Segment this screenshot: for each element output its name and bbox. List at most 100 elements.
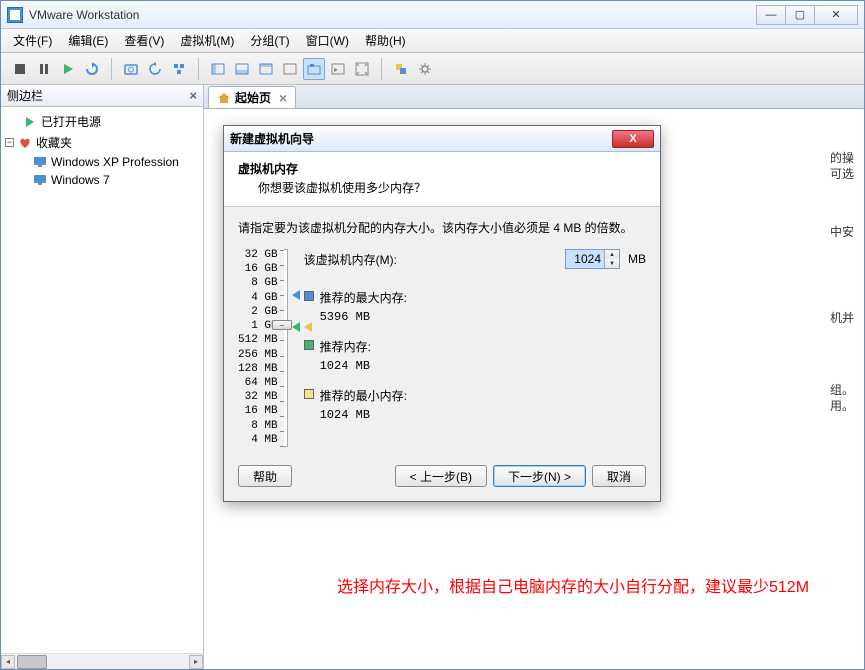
vm-icon [33, 173, 47, 187]
menu-help[interactable]: 帮助(H) [357, 29, 414, 52]
rec-value: 1024 MB [320, 357, 371, 375]
dialog-title-bar[interactable]: 新建虚拟机向导 X [224, 126, 660, 152]
cancel-button[interactable]: 取消 [592, 465, 646, 487]
close-button[interactable]: ✕ [814, 5, 858, 25]
menu-bar: 文件(F) 编辑(E) 查看(V) 虚拟机(M) 分组(T) 窗口(W) 帮助(… [1, 29, 864, 53]
memory-input[interactable] [566, 250, 604, 268]
play-icon [23, 115, 37, 129]
back-button[interactable]: < 上一步(B) [395, 465, 487, 487]
dialog-title: 新建虚拟机向导 [230, 130, 612, 147]
view-thumbnail-button[interactable] [231, 58, 253, 80]
dialog-body: 请指定要为该虚拟机分配的内存大小。该内存大小值必须是 4 MB 的倍数。 32 … [224, 207, 660, 455]
tree-vm-xp[interactable]: Windows XP Profession [5, 153, 199, 171]
tree-favorites[interactable]: − 收藏夹 [5, 132, 199, 153]
tab-home[interactable]: 起始页 × [208, 86, 296, 108]
dialog-header-title: 虚拟机内存 [238, 160, 646, 177]
rec-label: 推荐内存: [320, 340, 371, 354]
new-vm-wizard-dialog: 新建虚拟机向导 X 虚拟机内存 你想要该虚拟机使用多少内存？ 请指定要为该虚拟机… [223, 125, 661, 502]
dialog-info-text: 请指定要为该虚拟机分配的内存大小。该内存大小值必须是 4 MB 的倍数。 [238, 219, 646, 237]
tab-label: 起始页 [235, 89, 271, 106]
fullscreen-button[interactable] [351, 58, 373, 80]
bg-text: 用。 [830, 397, 854, 414]
snapshot-button[interactable] [120, 58, 142, 80]
menu-group[interactable]: 分组(T) [242, 29, 297, 52]
spinner-down-button[interactable]: ▼ [605, 259, 619, 268]
home-icon [217, 91, 231, 105]
heart-icon [18, 136, 32, 150]
sidebar-tree: 已打开电源 − 收藏夹 Windows XP Profession Window… [1, 107, 203, 653]
title-bar: VMware Workstation — ▢ ✕ [1, 1, 864, 29]
rec-min-value: 1024 MB [320, 406, 407, 424]
bg-text: 可选 [830, 165, 854, 182]
sidebar: 侧边栏 × 已打开电源 − 收藏夹 Windows XP Profession [1, 85, 204, 669]
tree-label: 已打开电源 [41, 113, 101, 130]
main-window: VMware Workstation — ▢ ✕ 文件(F) 编辑(E) 查看(… [0, 0, 865, 670]
menu-window[interactable]: 窗口(W) [298, 29, 357, 52]
menu-view[interactable]: 查看(V) [116, 29, 172, 52]
maximize-button[interactable]: ▢ [785, 5, 815, 25]
view-statusbar-button[interactable] [279, 58, 301, 80]
tab-strip: 起始页 × [204, 85, 864, 109]
menu-edit[interactable]: 编辑(E) [60, 29, 116, 52]
dialog-footer: 帮助 < 上一步(B) 下一步(N) > 取消 [224, 455, 660, 501]
scale-labels: 32 GB16 GB8 GB4 GB2 GB1 GB512 MB256 MB12… [238, 249, 278, 447]
snapshot-manager-button[interactable] [168, 58, 190, 80]
help-button[interactable]: 帮助 [238, 465, 292, 487]
bg-text: 中安 [830, 223, 854, 240]
rec-marker-icon [292, 322, 300, 332]
max-swatch-icon [304, 291, 314, 301]
max-marker-icon [292, 290, 300, 300]
memory-input-label: 该虚拟机内存(M): [304, 251, 557, 268]
window-controls: — ▢ ✕ [757, 5, 858, 25]
spinner-up-button[interactable]: ▲ [605, 250, 619, 259]
menu-file[interactable]: 文件(F) [5, 29, 60, 52]
memory-spinner[interactable]: ▲ ▼ [565, 249, 620, 269]
memory-slider-track[interactable] [284, 249, 288, 447]
toolbar: ▸ [1, 53, 864, 85]
dialog-header-subtitle: 你想要该虚拟机使用多少内存？ [238, 179, 646, 196]
bg-text: 组。 [830, 381, 854, 398]
stop-button[interactable] [9, 58, 31, 80]
memory-details: 该虚拟机内存(M): ▲ ▼ MB 推荐的最大 [304, 249, 646, 447]
tree-label: Windows XP Profession [51, 155, 179, 169]
view-console-button[interactable]: ▸ [327, 58, 349, 80]
tab-close-button[interactable]: × [279, 91, 287, 105]
tree-label: 收藏夹 [36, 134, 72, 151]
menu-vm[interactable]: 虚拟机(M) [172, 29, 242, 52]
tree-powered-on[interactable]: 已打开电源 [5, 111, 199, 132]
play-button[interactable] [57, 58, 79, 80]
dialog-header: 虚拟机内存 你想要该虚拟机使用多少内存？ [224, 152, 660, 207]
tree-vm-win7[interactable]: Windows 7 [5, 171, 199, 189]
min-swatch-icon [304, 389, 314, 399]
scroll-thumb[interactable] [17, 655, 47, 669]
view-tabs-button[interactable] [303, 58, 325, 80]
scroll-left-button[interactable]: ◂ [1, 655, 15, 669]
scroll-right-button[interactable]: ▸ [189, 655, 203, 669]
tree-collapse-button[interactable]: − [5, 138, 14, 147]
bg-text: 机并 [830, 309, 854, 326]
bg-text: 的操 [830, 149, 854, 166]
next-button[interactable]: 下一步(N) > [493, 465, 586, 487]
view-toolbar-button[interactable] [255, 58, 277, 80]
sidebar-header: 侧边栏 × [1, 85, 203, 107]
rec-max-value: 5396 MB [320, 308, 407, 326]
pause-button[interactable] [33, 58, 55, 80]
svg-text:▸: ▸ [334, 65, 338, 74]
unity-button[interactable] [390, 58, 412, 80]
sidebar-title: 侧边栏 [7, 87, 43, 104]
memory-unit: MB [628, 252, 646, 266]
reset-button[interactable] [81, 58, 103, 80]
sidebar-close-button[interactable]: × [189, 88, 197, 103]
app-icon [7, 7, 23, 23]
view-sidebar-button[interactable] [207, 58, 229, 80]
vm-icon [33, 155, 47, 169]
memory-scale: 32 GB16 GB8 GB4 GB2 GB1 GB512 MB256 MB12… [238, 249, 288, 447]
minimize-button[interactable]: — [756, 5, 786, 25]
dialog-close-button[interactable]: X [612, 130, 654, 148]
sidebar-horizontal-scrollbar[interactable]: ◂ ▸ [1, 653, 203, 669]
rec-max-label: 推荐的最大内存: [320, 291, 407, 305]
min-marker-icon [304, 322, 312, 332]
settings-button[interactable] [414, 58, 436, 80]
annotation-text: 选择内存大小，根据自己电脑内存的大小自行分配，建议最少512M [337, 577, 847, 599]
revert-button[interactable] [144, 58, 166, 80]
